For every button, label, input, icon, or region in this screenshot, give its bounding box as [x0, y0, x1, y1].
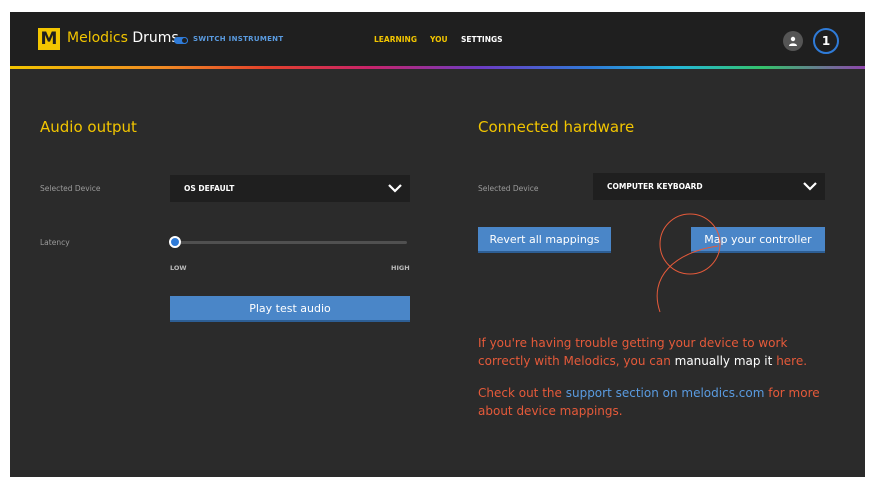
message-text: Check out the: [478, 386, 562, 400]
app-title: Melodics Drums: [67, 30, 179, 46]
manual-map-link[interactable]: manually map it: [675, 354, 773, 368]
audio-device-select[interactable]: OS DEFAULT: [170, 175, 410, 202]
latency-high-label: HIGH: [391, 264, 410, 272]
chevron-down-icon: [388, 184, 402, 193]
profile-icon: [789, 36, 797, 46]
support-message: Check out the support section on melodic…: [478, 384, 828, 420]
nav-settings[interactable]: SETTINGS: [461, 35, 503, 44]
rainbow-divider: [10, 66, 865, 69]
switch-instrument-link[interactable]: SWITCH INSTRUMENT: [193, 35, 283, 43]
brand-name: Melodics: [67, 30, 128, 46]
audio-output-title: Audio output: [40, 118, 137, 136]
latency-low-label: LOW: [170, 264, 187, 272]
connected-hardware-title: Connected hardware: [478, 118, 635, 136]
brand-instrument: Drums: [132, 30, 179, 46]
hardware-device-label: Selected Device: [478, 184, 539, 193]
profile-button[interactable]: [783, 31, 803, 51]
play-test-audio-button[interactable]: Play test audio: [170, 296, 410, 322]
manual-mapping-message: If you're having trouble getting your de…: [478, 334, 828, 370]
chevron-down-icon: [803, 182, 817, 191]
click-ripple-decoration: [656, 213, 721, 313]
toggle-switch-icon[interactable]: [174, 37, 188, 44]
nav-you[interactable]: YOU: [430, 35, 448, 44]
revert-all-mappings-button[interactable]: Revert all mappings: [478, 227, 611, 253]
top-bar: M Melodics Drums SWITCH INSTRUMENT LEARN…: [10, 12, 865, 66]
latency-label: Latency: [40, 238, 70, 247]
audio-device-label: Selected Device: [40, 184, 101, 193]
melodics-logo[interactable]: M: [38, 28, 60, 50]
audio-device-value: OS DEFAULT: [184, 184, 235, 193]
level-badge[interactable]: 1: [813, 28, 839, 54]
latency-slider-track[interactable]: [175, 241, 407, 244]
hardware-device-select[interactable]: COMPUTER KEYBOARD: [593, 173, 825, 200]
hardware-device-value: COMPUTER KEYBOARD: [607, 182, 703, 191]
nav-learning[interactable]: LEARNING: [374, 35, 417, 44]
latency-slider-handle[interactable]: [169, 236, 181, 248]
support-link[interactable]: support section on melodics.com: [566, 386, 765, 400]
here-link[interactable]: here.: [776, 354, 807, 368]
app-window: M Melodics Drums SWITCH INSTRUMENT LEARN…: [10, 12, 865, 477]
